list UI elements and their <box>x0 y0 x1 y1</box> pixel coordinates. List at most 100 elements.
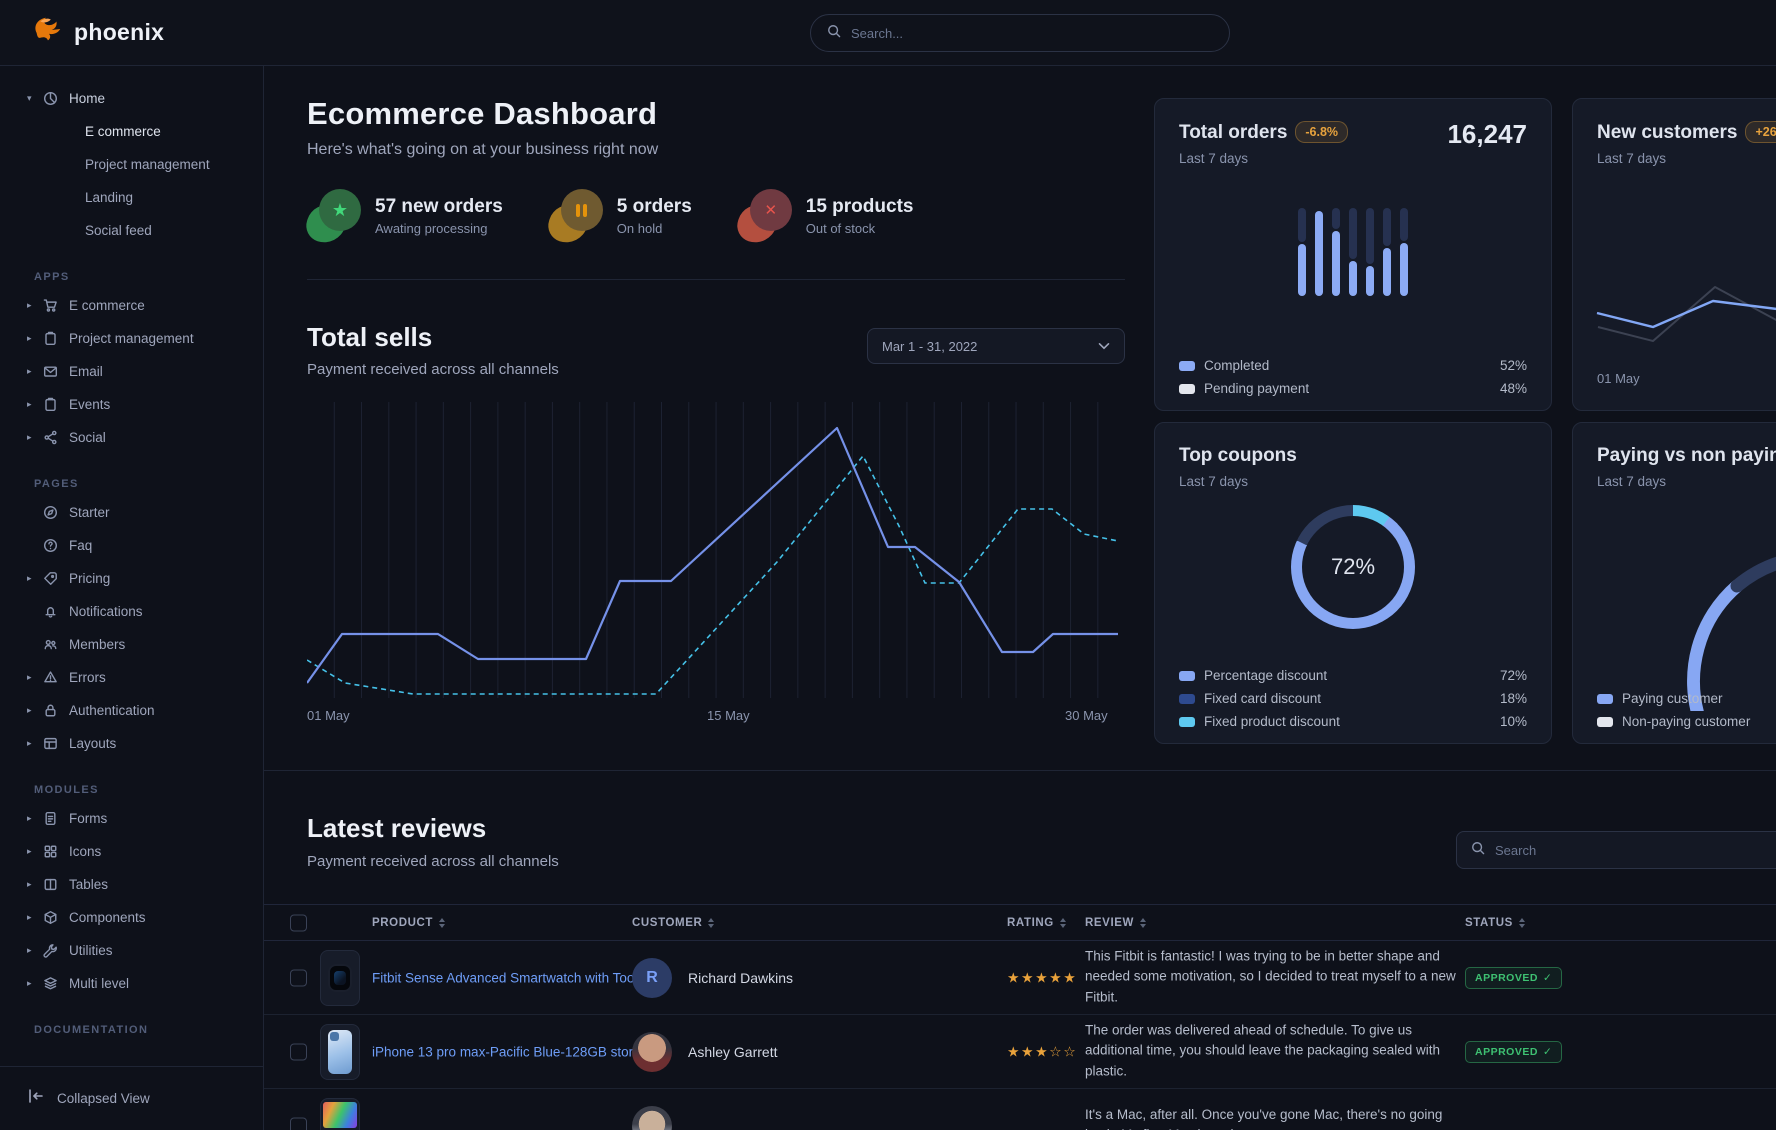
sidebar-item-project-management[interactable]: ▸Project management <box>0 322 263 355</box>
legend-value: 52% <box>1500 358 1527 373</box>
review-row: iPhone 13 pro max-Pacific Blue-128GB sto… <box>264 1015 1776 1089</box>
clipboard-icon <box>43 331 69 346</box>
sidebar-home-children: E commerceProject managementLandingSocia… <box>0 115 263 247</box>
sidebar-item-notifications[interactable]: Notifications <box>0 595 263 628</box>
cube-icon <box>43 910 69 925</box>
customer-cell: RRichard Dawkins <box>632 958 793 998</box>
sidebar-item-components[interactable]: ▸Components <box>0 901 263 934</box>
legend-row: Non-paying customer <box>1597 714 1776 729</box>
sidebar-item-email[interactable]: ▸Email <box>0 355 263 388</box>
check-icon: ✓ <box>1543 972 1552 984</box>
sidebar-item-label: Starter <box>69 505 110 520</box>
sidebar-item-icons[interactable]: ▸Icons <box>0 835 263 868</box>
sidebar-section-label: DOCUMENTATION <box>34 1024 263 1036</box>
product-image <box>320 1098 360 1130</box>
pie-chart-icon <box>43 91 69 106</box>
legend-row: Completed52% <box>1179 358 1527 373</box>
date-range-select[interactable]: Mar 1 - 31, 2022 <box>867 328 1125 364</box>
caret-right-icon: ▸ <box>27 573 43 584</box>
brand-logo[interactable]: phoenix <box>30 13 164 52</box>
x-label: 15 May <box>707 708 750 723</box>
legend-swatch <box>1597 717 1613 727</box>
row-checkbox[interactable] <box>290 1117 307 1130</box>
phoenix-flame-icon <box>30 13 64 52</box>
collapse-sidebar-button[interactable]: Collapsed View <box>0 1066 263 1130</box>
search-icon <box>1471 841 1485 860</box>
sidebar-item-label: Layouts <box>69 736 116 751</box>
sidebar-item-pricing[interactable]: ▸Pricing <box>0 562 263 595</box>
reviews-search-input[interactable]: Search <box>1456 831 1776 869</box>
column-header-status[interactable]: STATUS <box>1465 917 1525 929</box>
sidebar-item-multi-level[interactable]: ▸Multi level <box>0 967 263 1000</box>
top-coupons-card: Top coupons Last 7 days 72% Percentage d… <box>1154 422 1552 744</box>
sort-icon <box>439 918 445 928</box>
stat-orange: 5 ordersOn hold <box>549 189 692 243</box>
product-image <box>320 1024 360 1080</box>
sidebar-item-label: Faq <box>69 538 92 553</box>
sidebar-item-label: Components <box>69 910 146 925</box>
sidebar-item-faq[interactable]: Faq <box>0 529 263 562</box>
envelope-icon <box>43 364 69 379</box>
legend-label: Paying customer <box>1622 691 1723 706</box>
row-checkbox[interactable] <box>290 1043 307 1060</box>
sidebar-subitem-project-management[interactable]: Project management <box>0 148 263 181</box>
sidebar-item-layouts[interactable]: ▸ Layouts <box>0 727 263 760</box>
column-header-rating[interactable]: RATING <box>1007 917 1066 929</box>
caret-right-icon: ▸ <box>27 300 43 311</box>
sidebar-subitem-social-feed[interactable]: Social feed <box>0 214 263 247</box>
main-content: Ecommerce Dashboard Here's what's going … <box>307 96 1125 707</box>
sidebar-item-label: Icons <box>69 844 101 859</box>
column-header-review[interactable]: REVIEW <box>1085 917 1146 929</box>
sidebar: ▾ Home E commerceProject managementLandi… <box>0 66 264 1130</box>
select-all-checkbox[interactable] <box>290 914 307 931</box>
review-row: It's a Mac, after all. Once you've gone … <box>264 1089 1776 1130</box>
sidebar-item-events[interactable]: ▸ Events <box>0 388 263 421</box>
sidebar-subitem-e-commerce[interactable]: E commerce <box>0 115 263 148</box>
sidebar-item-errors[interactable]: ▸Errors <box>0 661 263 694</box>
caret-right-icon: ▸ <box>27 399 43 410</box>
sidebar-item-tables[interactable]: ▸Tables <box>0 868 263 901</box>
stat-caption: Awating processing <box>375 221 503 236</box>
sort-icon <box>708 918 714 928</box>
sidebar-item-label: Events <box>69 397 110 412</box>
sidebar-item-starter[interactable]: Starter <box>0 496 263 529</box>
total-orders-value: 16,247 <box>1447 119 1527 150</box>
sidebar-item-label: Notifications <box>69 604 143 619</box>
sidebar-sections: APPS▸E commerce▸Project management▸Email… <box>0 271 263 1036</box>
sidebar-subitem-landing[interactable]: Landing <box>0 181 263 214</box>
compass-icon <box>43 505 69 520</box>
sidebar-item-utilities[interactable]: ▸Utilities <box>0 934 263 967</box>
column-header-product[interactable]: PRODUCT <box>372 917 445 929</box>
legend-row: Paying customer <box>1597 691 1776 706</box>
caret-right-icon: ▸ <box>27 738 43 749</box>
sidebar-item-members[interactable]: Members <box>0 628 263 661</box>
donut-center-value: 72% <box>1291 505 1415 629</box>
users-icon <box>43 637 69 652</box>
section-divider <box>307 279 1125 280</box>
sidebar-item-e-commerce[interactable]: ▸ E commerce <box>0 289 263 322</box>
stat-value: 15 products <box>806 196 914 218</box>
column-header-customer[interactable]: CUSTOMER <box>632 917 714 929</box>
customer-cell: Ashley Garrett <box>632 1032 777 1072</box>
product-link[interactable]: Fitbit Sense Advanced Smartwatch with To… <box>372 970 670 985</box>
row-checkbox[interactable] <box>290 969 307 986</box>
kpi-cards: Total orders-6.8% Last 7 days 16,247 Com… <box>1154 98 1776 744</box>
review-text: The order was delivered ahead of schedul… <box>1085 1020 1470 1083</box>
product-link[interactable]: iPhone 13 pro max-Pacific Blue-128GB sto… <box>372 1044 656 1059</box>
sidebar-item-authentication[interactable]: ▸Authentication <box>0 694 263 727</box>
sidebar-item-label: Social <box>69 430 106 445</box>
paying-legend: Paying customer Non-paying customer <box>1597 683 1776 729</box>
status-badge: APPROVED ✓ <box>1465 967 1562 989</box>
sidebar-item-social[interactable]: ▸Social <box>0 421 263 454</box>
reviews-subtitle: Payment received across all channels <box>307 853 559 870</box>
legend-value: 10% <box>1500 714 1527 729</box>
sidebar-item-forms[interactable]: ▸Forms <box>0 802 263 835</box>
star-badge-icon: ★ <box>307 189 363 243</box>
stat-red: ✕15 productsOut of stock <box>738 189 914 243</box>
legend-swatch <box>1179 717 1195 727</box>
global-search-input[interactable]: Search... <box>810 14 1230 52</box>
sidebar-item-label: E commerce <box>69 298 145 313</box>
sidebar-item-home[interactable]: ▾ Home <box>0 82 263 115</box>
trend-badge: -6.8% <box>1295 121 1348 143</box>
caret-right-icon: ▸ <box>27 879 43 890</box>
